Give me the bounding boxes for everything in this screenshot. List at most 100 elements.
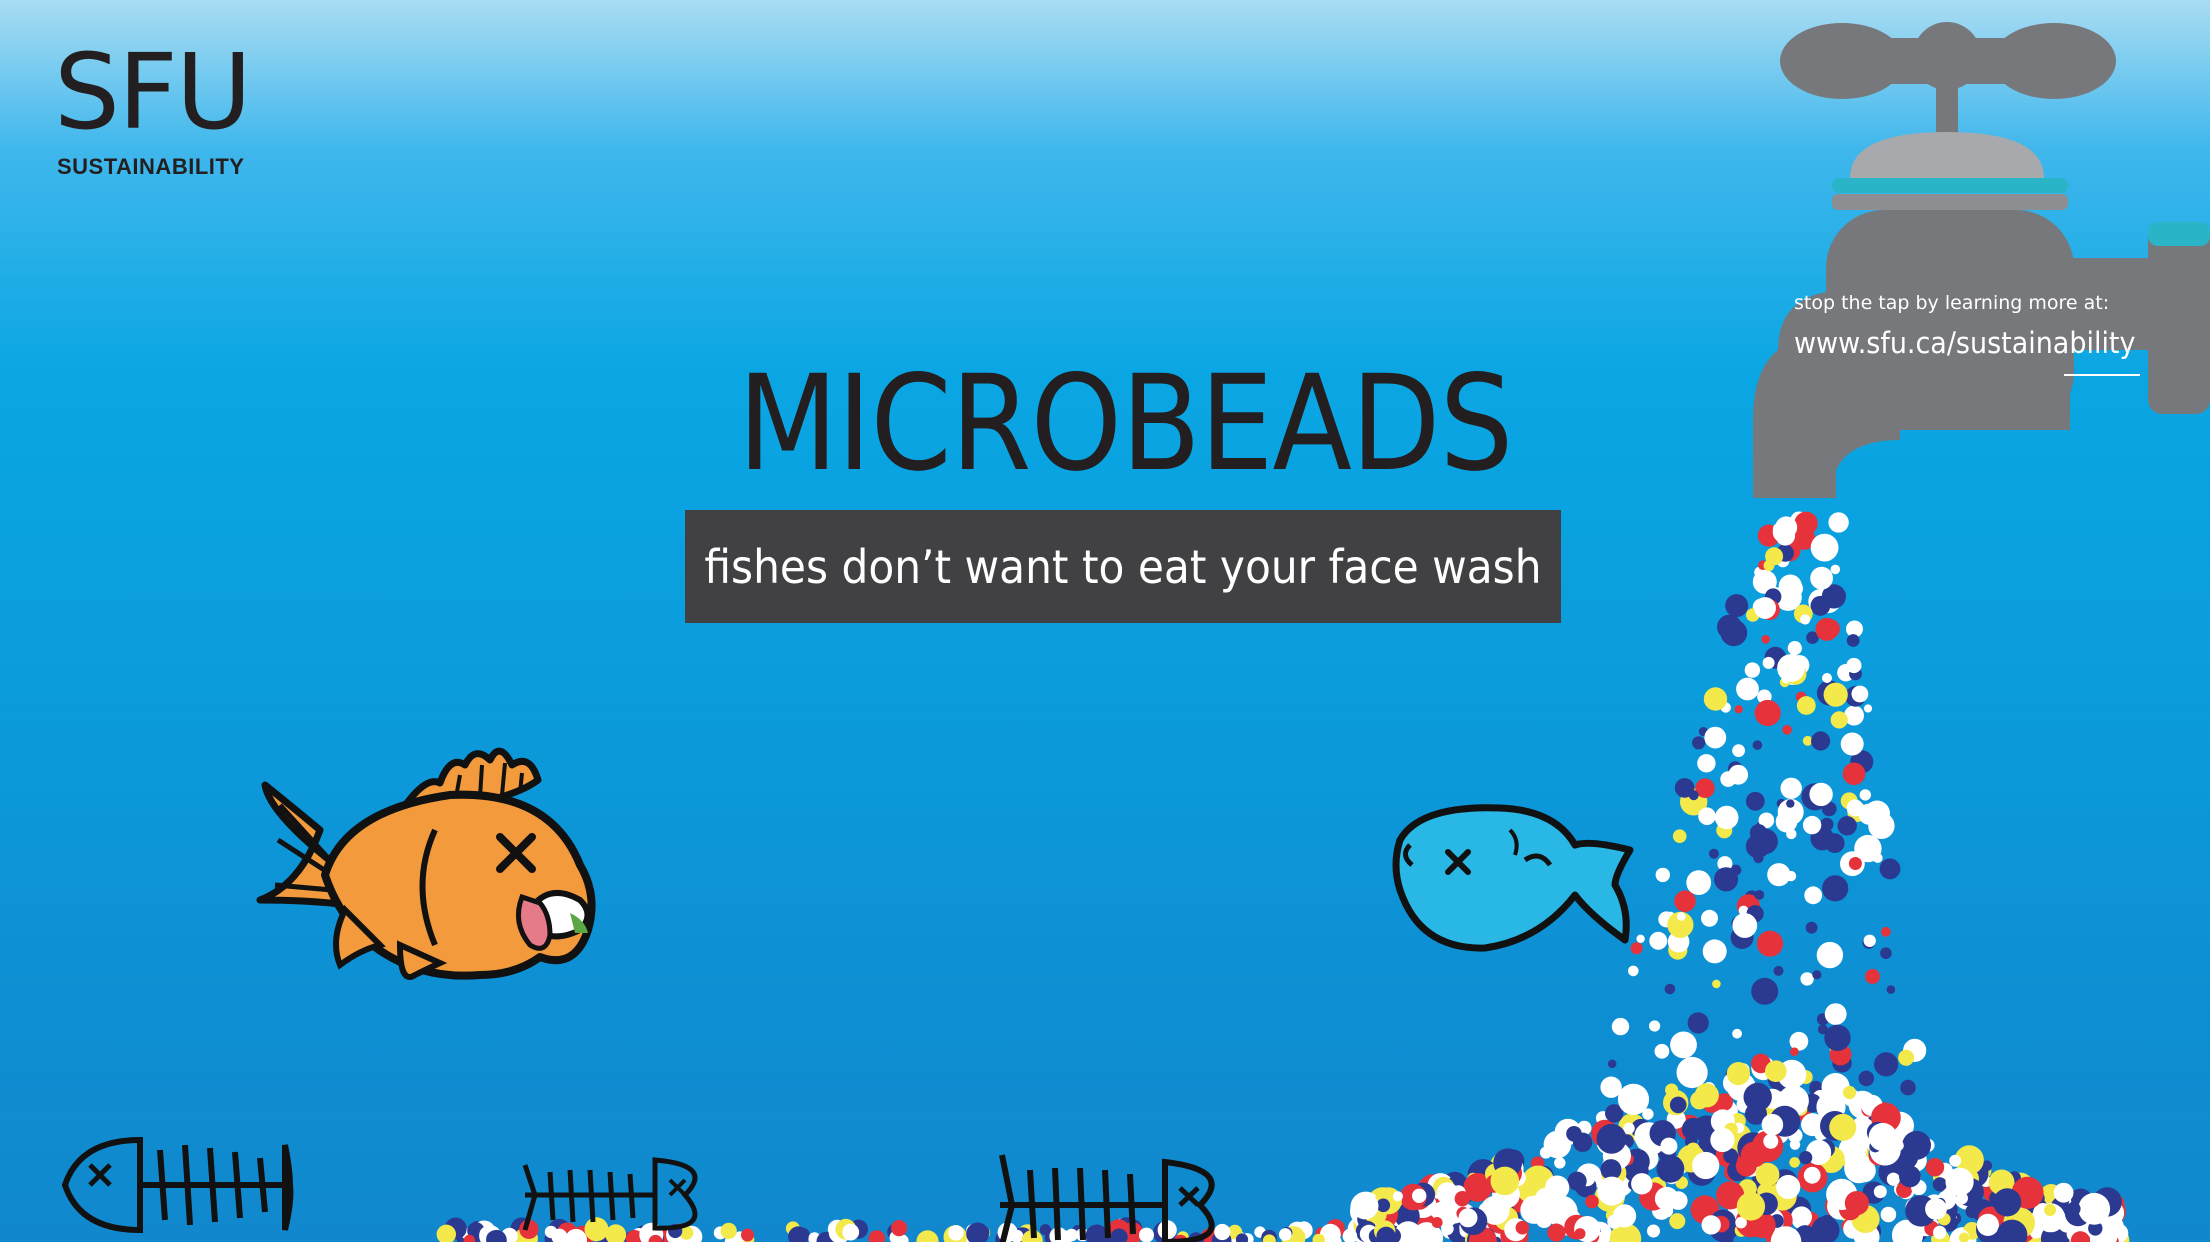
- microbead-icon: [1710, 1127, 1735, 1152]
- microbead-icon: [1789, 1139, 1801, 1150]
- microbead-icon: [1749, 824, 1768, 842]
- microbead-icon: [1716, 807, 1730, 821]
- microbead-icon: [1539, 1146, 1552, 1159]
- microbead-icon: [1825, 833, 1845, 853]
- microbead-icon: [1744, 662, 1761, 678]
- microbead-icon: [1694, 1083, 1719, 1108]
- microbead-icon: [916, 1230, 939, 1242]
- microbead-icon: [1712, 979, 1721, 989]
- microbead-icon: [1701, 1215, 1721, 1235]
- microbead-icon: [1655, 867, 1671, 883]
- microbead-icon: [842, 1223, 860, 1241]
- microbead-icon: [1754, 890, 1765, 900]
- cta-url-link[interactable]: www.sfu.ca/sustainability: [1794, 326, 2135, 360]
- microbead-icon: [1704, 726, 1727, 749]
- microbead-icon: [1775, 810, 1798, 833]
- microbead-icon: [1702, 939, 1727, 964]
- microbead-icon: [1458, 1208, 1478, 1228]
- microbead-icon: [1865, 969, 1880, 984]
- microbead-icon: [1596, 1123, 1627, 1154]
- microbead-icon: [1214, 1223, 1231, 1241]
- microbead-icon: [2044, 1204, 2057, 1216]
- microbead-icon: [1842, 1085, 1857, 1100]
- microbead-icon: [1762, 656, 1775, 669]
- microbead-icon: [1844, 1191, 1869, 1216]
- microbead-icon: [1925, 1198, 1947, 1220]
- microbead-icon: [1392, 1191, 1403, 1202]
- microbead-icon: [1933, 1225, 1947, 1240]
- microbead-icon: [1863, 704, 1873, 713]
- microbead-icon: [605, 1224, 627, 1242]
- microbead-icon: [1800, 972, 1814, 986]
- microbead-icon: [1611, 1017, 1630, 1036]
- microbead-icon: [1773, 965, 1784, 976]
- microbead-icon: [1776, 1174, 1801, 1200]
- microbead-icon: [584, 1217, 609, 1242]
- microbead-icon: [1778, 574, 1802, 598]
- microbead-icon: [1811, 731, 1831, 751]
- microbead-icon: [1674, 778, 1695, 798]
- microbead-icon: [1976, 1213, 1999, 1236]
- microbead-icon: [1767, 863, 1791, 887]
- microbead-icon: [1873, 1185, 1887, 1199]
- microbead-icon: [1734, 705, 1743, 714]
- microbead-icon: [1892, 1140, 1904, 1151]
- microbead-icon: [1745, 1092, 1762, 1109]
- microbead-icon: [1886, 985, 1896, 994]
- microbead-icon: [868, 1230, 886, 1242]
- microbead-icon: [1567, 1171, 1587, 1191]
- microbead-icon: [1736, 1192, 1766, 1221]
- microbead-icon: [1547, 1223, 1566, 1242]
- microbead-icon: [1822, 875, 1849, 902]
- microbead-icon: [1676, 1056, 1708, 1089]
- fish-skeleton-icon: [522, 1157, 698, 1231]
- microbead-icon: [1698, 807, 1716, 825]
- microbead-icon: [1777, 654, 1805, 682]
- faucet-icon: [1753, 22, 2210, 498]
- microbead-icon: [1851, 685, 1869, 703]
- microbead-icon: [1763, 1133, 1779, 1149]
- microbead-icon: [1585, 1194, 1599, 1209]
- microbead-icon: [1763, 560, 1775, 572]
- microbead-icon: [1600, 1076, 1622, 1098]
- microbead-icon: [1672, 829, 1687, 843]
- microbead-icon: [1761, 1113, 1784, 1136]
- microbead-icon: [1790, 1047, 1799, 1056]
- microbead-icon: [1754, 699, 1781, 727]
- microbead-icon: [1787, 641, 1802, 656]
- microbead-icon: [1681, 1117, 1705, 1141]
- microbead-icon: [1490, 1166, 1520, 1196]
- microbead-icon: [1617, 1083, 1650, 1115]
- microbead-icon: [1802, 815, 1822, 835]
- microbead-icon: [1824, 1003, 1847, 1025]
- microbead-icon: [1728, 764, 1749, 785]
- microbead-icon: [1654, 1043, 1670, 1059]
- microbead-icon: [1613, 1204, 1637, 1228]
- microbead-icon: [1745, 791, 1765, 811]
- microbead-icon: [1898, 1049, 1915, 1066]
- sfu-logo[interactable]: SFU SUSTAINABILITY: [54, 40, 252, 180]
- microbead-icon: [1751, 977, 1779, 1005]
- microbead-icon: [1880, 1206, 1897, 1223]
- microbead-icon: [1566, 1126, 1582, 1142]
- tagline-text: fishes don’t want to eat your face wash: [704, 539, 1542, 594]
- microbead-icon: [1812, 970, 1822, 980]
- microbead-icon: [1039, 1224, 1051, 1236]
- headline: MICROBEADS: [737, 347, 1514, 501]
- microbead-icon: [1902, 1130, 1931, 1160]
- microbead-icon: [1820, 817, 1834, 832]
- microbead-icon: [1786, 799, 1795, 808]
- microbead-icon: [1794, 511, 1818, 535]
- microbead-icon: [1697, 754, 1716, 773]
- microbead-icon: [1783, 780, 1797, 794]
- microbead-icon: [1574, 1228, 1586, 1240]
- microbead-icon: [1828, 512, 1849, 533]
- microbead-icon: [1945, 1167, 1974, 1196]
- microbead-icon: [1454, 1191, 1471, 1207]
- microbead-icon: [1674, 890, 1696, 912]
- tagline-banner: fishes don’t want to eat your face wash: [685, 510, 1561, 623]
- microbead-icon: [1732, 744, 1745, 757]
- microbead-icon: [1858, 1070, 1875, 1087]
- microbead-icon: [1859, 789, 1872, 801]
- microbead-icon: [1636, 934, 1645, 943]
